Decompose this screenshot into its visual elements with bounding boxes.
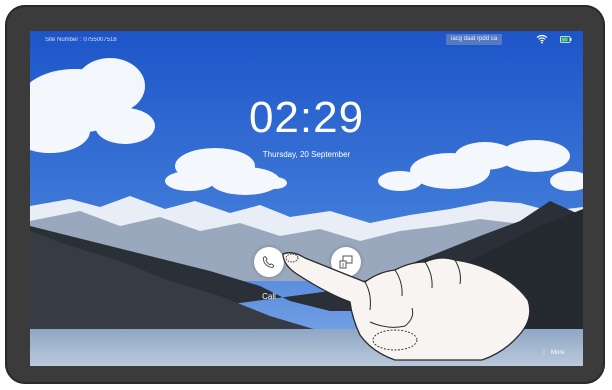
pointing-hand-illustration: [282, 252, 531, 361]
